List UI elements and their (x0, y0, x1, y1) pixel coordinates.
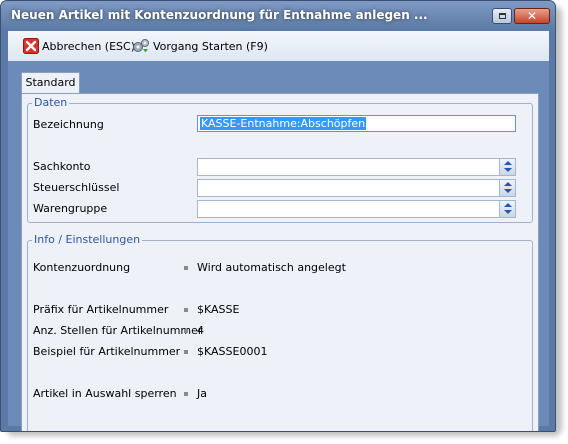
restore-button[interactable] (492, 8, 512, 24)
info-value: $KASSE0001 (197, 345, 268, 358)
toolbar: Abbrechen (ESC) Vorgang Starten (F9) (8, 31, 549, 61)
bezeichnung-label: Bezeichnung (33, 118, 104, 131)
info-label: Präfix für Artikelnummer (33, 303, 169, 316)
title-bar[interactable]: Neuen Artikel mit Kontenzuordnung für En… (1, 1, 555, 31)
tab-panel-standard: Daten Bezeichnung KASSE-Entnahme:Abschöp… (21, 93, 539, 431)
group-info-title: Info / Einstellungen (32, 233, 143, 246)
warengruppe-combo[interactable] (197, 200, 516, 218)
bullet-icon (184, 350, 188, 354)
cancel-label: Abbrechen (ESC) (42, 39, 135, 53)
group-daten: Daten Bezeichnung KASSE-Entnahme:Abschöp… (27, 96, 533, 223)
bullet-icon (184, 392, 188, 396)
warengruppe-spinner-icon[interactable] (499, 201, 515, 217)
info-label: Anz. Stellen für Artikelnummer (33, 324, 203, 337)
steuerschluessel-combo[interactable] (197, 179, 516, 197)
warengruppe-label: Warengruppe (33, 202, 108, 215)
close-icon: ✕ (526, 9, 538, 23)
info-value: Wird automatisch angelegt (197, 261, 346, 274)
info-label: Kontenzuordnung (33, 261, 131, 274)
start-process-label: Vorgang Starten (F9) (153, 39, 268, 53)
info-value: $KASSE (197, 303, 240, 316)
gears-icon (132, 38, 150, 54)
red-x-icon (23, 38, 39, 54)
restore-icon (499, 13, 506, 19)
dialog-window: Neuen Artikel mit Kontenzuordnung für En… (0, 0, 556, 432)
close-button[interactable]: ✕ (514, 8, 550, 24)
info-value: 4 (197, 324, 204, 337)
bezeichnung-input[interactable]: KASSE-Entnahme:Abschöpfen (197, 115, 516, 132)
sachkonto-combo[interactable] (197, 158, 516, 176)
tab-area: Standard Daten Bezeichnung KASSE-Entnahm… (8, 61, 549, 431)
bullet-icon (184, 329, 188, 333)
info-label: Artikel in Auswahl sperren (33, 387, 177, 400)
steuerschluessel-spinner-icon[interactable] (499, 180, 515, 196)
group-daten-title: Daten (32, 96, 70, 109)
info-label: Beispiel für Artikelnummer (33, 345, 181, 358)
info-value: Ja (197, 387, 207, 400)
sachkonto-label: Sachkonto (33, 160, 91, 173)
steuerschluessel-label: Steuerschlüssel (33, 181, 120, 194)
start-process-button[interactable]: Vorgang Starten (F9) (132, 37, 268, 55)
sachkonto-spinner-icon[interactable] (499, 159, 515, 175)
window-title: Neuen Artikel mit Kontenzuordnung für En… (11, 8, 428, 22)
dialog-client: Abbrechen (ESC) Vorgang Starten (F9) Sta… (8, 31, 549, 431)
group-info-einstellungen: Info / Einstellungen Kontenzuordnung Wir… (27, 233, 533, 431)
tab-standard[interactable]: Standard (21, 72, 80, 93)
cancel-button[interactable]: Abbrechen (ESC) (23, 37, 135, 55)
bezeichnung-value: KASSE-Entnahme:Abschöpfen (200, 117, 367, 130)
bullet-icon (184, 308, 188, 312)
bullet-icon (184, 266, 188, 270)
